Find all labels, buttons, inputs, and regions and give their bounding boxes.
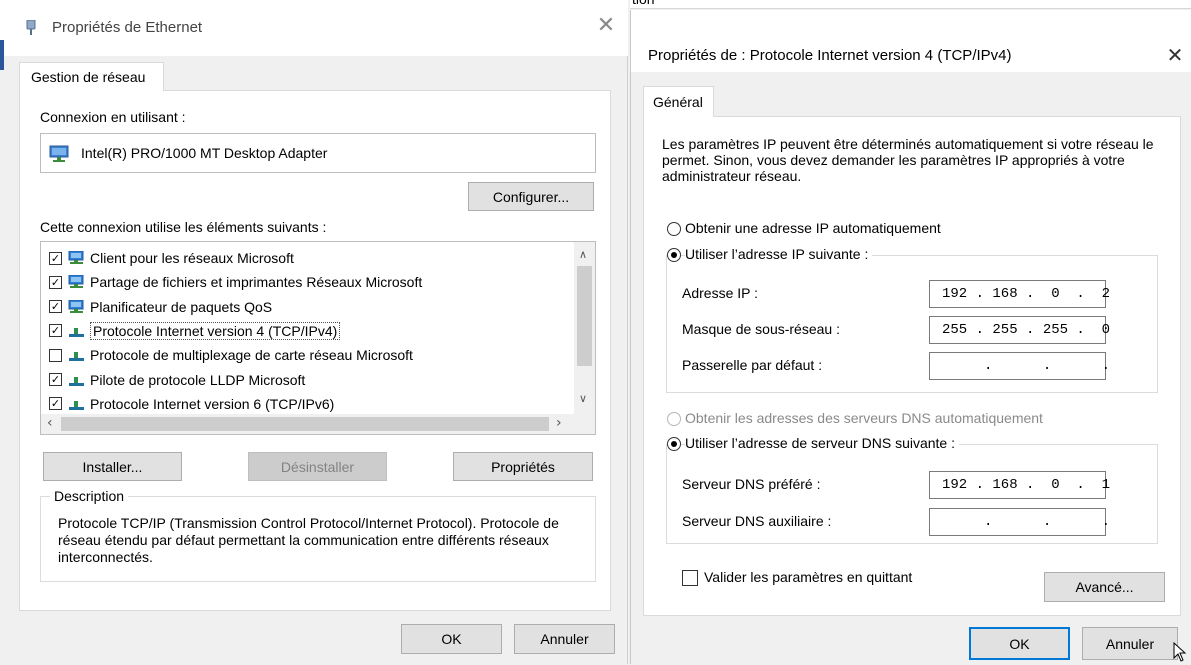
adapter-icon bbox=[49, 145, 71, 166]
dns-alternate-field[interactable]: . . . bbox=[929, 508, 1110, 536]
dns-alternate-label: Serveur DNS auxiliaire : bbox=[682, 513, 832, 529]
tab-general-label: Général bbox=[653, 94, 703, 110]
adapter-name: Intel(R) PRO/1000 MT Desktop Adapter bbox=[81, 145, 328, 161]
network-client-icon bbox=[68, 250, 85, 265]
horizontal-scrollbar[interactable]: ‹ › bbox=[41, 414, 595, 434]
validate-label[interactable]: Valider les paramètres en quittant bbox=[704, 569, 912, 585]
list-item-label: Client pour les réseaux Microsoft bbox=[90, 250, 294, 266]
list-item[interactable]: ✓ Protocole Internet version 6 (TCP/IPv6) bbox=[49, 392, 334, 416]
adapter-box: Intel(R) PRO/1000 MT Desktop Adapter bbox=[40, 133, 596, 173]
advanced-button[interactable]: Avancé... bbox=[1044, 572, 1165, 602]
list-item[interactable]: ✓ Planificateur de paquets QoS bbox=[49, 295, 272, 319]
intro-text: Les paramètres IP peuvent être déterminé… bbox=[662, 136, 1154, 184]
ok-button[interactable]: OK bbox=[401, 624, 502, 654]
list-item[interactable]: ✓ Protocole Internet version 4 (TCP/IPv4) bbox=[49, 319, 341, 343]
protocol-icon bbox=[68, 348, 85, 362]
item-checkbox[interactable]: ✓ bbox=[49, 251, 62, 265]
protocol-icon bbox=[68, 397, 85, 411]
vertical-scrollbar[interactable]: ∧ ∨ bbox=[574, 242, 595, 414]
list-item-label: Protocole Internet version 4 (TCP/IPv4) bbox=[90, 321, 341, 340]
description-title: Description bbox=[50, 488, 129, 504]
dns-preferred-field[interactable]: 192 . 168 . 0 . 1 bbox=[929, 471, 1110, 499]
list-item-label: Planificateur de paquets QoS bbox=[90, 298, 273, 315]
background-window-strip: tion bbox=[630, 0, 1191, 9]
dialog-title: Propriétés de Ethernet bbox=[52, 19, 203, 36]
scroll-thumb[interactable] bbox=[577, 266, 592, 366]
tab-general[interactable]: Général bbox=[643, 86, 714, 117]
dns-auto-radio[interactable] bbox=[667, 412, 681, 426]
protocol-icon bbox=[68, 373, 85, 387]
ipv4-tab-panel: Les paramètres IP peuvent être déterminé… bbox=[643, 116, 1181, 616]
scroll-h-thumb[interactable] bbox=[61, 417, 549, 431]
list-item[interactable]: ✓ Partage de fichiers et imprimantes Rése… bbox=[49, 270, 422, 294]
dns-manual-radio[interactable] bbox=[667, 437, 681, 451]
list-item[interactable]: ✓ Client pour les réseaux Microsoft bbox=[49, 246, 294, 270]
properties-button[interactable]: Propriétés bbox=[453, 452, 593, 481]
item-checkbox[interactable]: ✓ bbox=[49, 275, 62, 289]
scroll-up-icon[interactable]: ∧ bbox=[579, 248, 587, 261]
dns-preferred-label: Serveur DNS préféré : bbox=[682, 476, 821, 492]
scroll-down-icon[interactable]: ∨ bbox=[579, 392, 587, 405]
scroll-right-icon[interactable]: › bbox=[556, 415, 562, 431]
list-item[interactable]: ✓ Pilote de protocole LLDP Microsoft bbox=[49, 368, 305, 392]
ip-address-field[interactable]: 192 . 168 . 0 . 2 bbox=[929, 280, 1110, 308]
ethernet-adapter-icon bbox=[26, 19, 36, 36]
uninstall-button[interactable]: Désinstaller bbox=[248, 452, 387, 481]
validate-checkbox[interactable] bbox=[682, 570, 698, 586]
item-checkbox[interactable]: ✓ bbox=[49, 324, 62, 338]
configure-button[interactable]: Configurer... bbox=[468, 182, 594, 211]
list-item-label: Protocole Internet version 6 (TCP/IPv6) bbox=[90, 395, 335, 412]
ipv4-dialog-title: Propriétés de : Protocole Internet versi… bbox=[648, 47, 1012, 64]
scroll-left-icon[interactable]: ‹ bbox=[47, 415, 53, 431]
item-checkbox[interactable]: ✓ bbox=[49, 373, 62, 386]
ipv4-properties-dialog: Propriétés de : Protocole Internet versi… bbox=[630, 10, 1191, 664]
ip-auto-radio[interactable] bbox=[667, 222, 681, 236]
list-item-label: Protocole de multiplexage de carte résea… bbox=[90, 347, 413, 364]
tab-panel: Connexion en utilisant : Intel(R) PRO/10… bbox=[19, 90, 611, 611]
mouse-cursor-icon bbox=[1173, 641, 1187, 665]
tab-label: Gestion de réseau bbox=[31, 69, 146, 85]
gateway-field[interactable]: . . . bbox=[929, 352, 1110, 380]
gateway-label: Passerelle par défaut : bbox=[682, 357, 823, 373]
window-edge bbox=[0, 40, 4, 70]
network-share-icon bbox=[68, 274, 85, 289]
ip-address-label: Adresse IP : bbox=[682, 285, 759, 301]
list-item-label: Pilote de protocole LLDP Microsoft bbox=[90, 371, 306, 388]
subnet-label: Masque de sous-réseau : bbox=[682, 321, 840, 337]
ip-manual-radio[interactable] bbox=[667, 248, 681, 262]
tab-gestion-reseau[interactable]: Gestion de réseau bbox=[19, 62, 164, 91]
ipv4-cancel-button[interactable]: Annuler bbox=[1082, 627, 1178, 660]
dns-manual-label[interactable]: Utiliser l’adresse de serveur DNS suivan… bbox=[685, 435, 959, 451]
ip-auto-label[interactable]: Obtenir une adresse IP automatiquement bbox=[685, 220, 941, 236]
dns-auto-label[interactable]: Obtenir les adresses des serveurs DNS au… bbox=[685, 410, 1043, 426]
network-qos-icon bbox=[68, 299, 85, 314]
install-button[interactable]: Installer... bbox=[43, 452, 182, 481]
close-icon[interactable]: ✕ bbox=[594, 14, 618, 38]
subnet-field[interactable]: 255 . 255 . 255 . 0 bbox=[929, 316, 1110, 344]
cancel-button[interactable]: Annuler bbox=[514, 624, 615, 654]
items-label: Cette connexion utilise les éléments sui… bbox=[40, 219, 327, 235]
ip-manual-label[interactable]: Utiliser l’adresse IP suivante : bbox=[685, 246, 873, 262]
description-text: Protocole TCP/IP (Transmission Control P… bbox=[58, 515, 559, 565]
item-checkbox[interactable]: ✓ bbox=[49, 397, 62, 411]
background-text: tion bbox=[632, 0, 655, 7]
ipv4-ok-button[interactable]: OK bbox=[969, 627, 1070, 660]
item-checkbox[interactable] bbox=[49, 348, 62, 362]
ipv4-close-icon[interactable]: ✕ bbox=[1163, 43, 1187, 67]
components-list[interactable]: ✓ Client pour les réseaux Microsoft ✓ Parta… bbox=[40, 241, 596, 435]
connect-using-label: Connexion en utilisant : bbox=[40, 109, 186, 125]
list-item[interactable]: Protocole de multiplexage de carte résea… bbox=[49, 343, 413, 367]
list-item-label: Partage de fichiers et imprimantes Résea… bbox=[90, 274, 423, 291]
item-checkbox[interactable]: ✓ bbox=[49, 300, 62, 314]
protocol-icon bbox=[68, 324, 85, 338]
ethernet-properties-dialog: Propriétés de Ethernet ✕ Gestion de rése… bbox=[0, 0, 628, 664]
